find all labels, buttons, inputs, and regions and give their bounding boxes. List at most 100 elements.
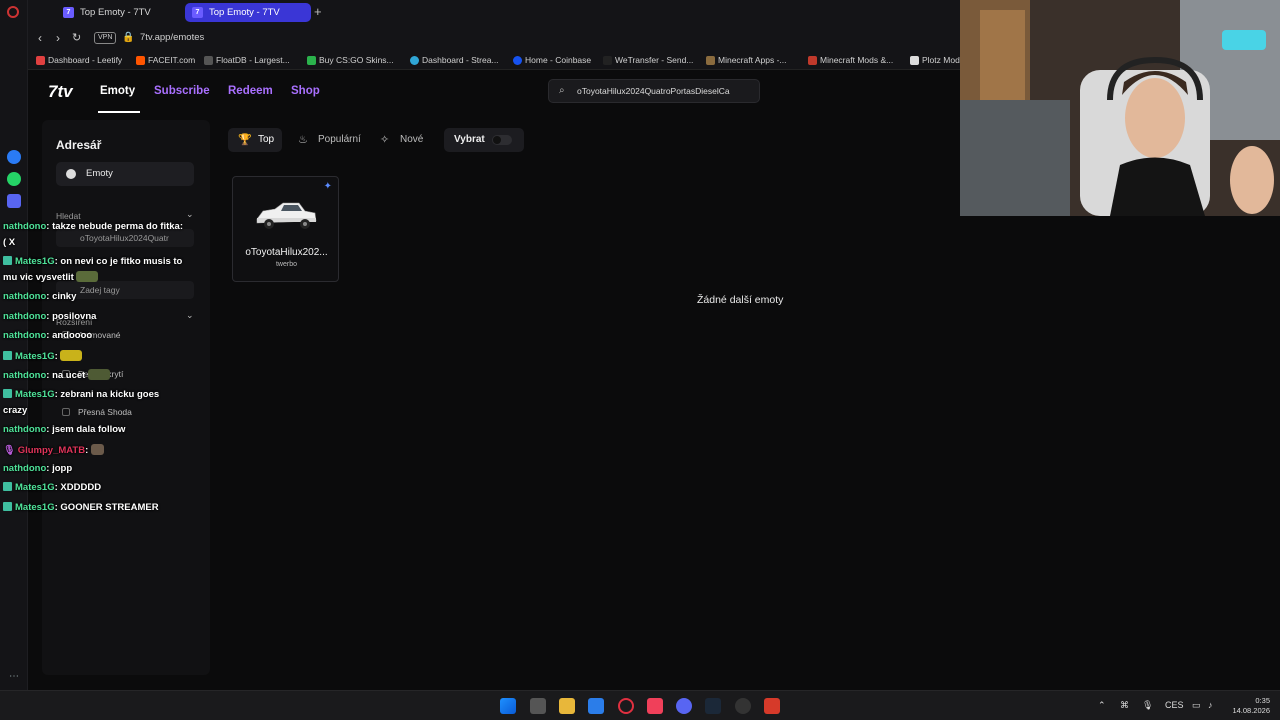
tab-top-emoty-2[interactable]: 7 Top Emoty - 7TV [185, 3, 311, 22]
windows-start-icon[interactable] [500, 698, 516, 714]
search-value: oToyotaHilux2024QuatroPortasDieselCa [577, 86, 730, 96]
bookmark-floatdb[interactable]: FloatDB - Largest... [204, 55, 290, 65]
whatsapp-icon[interactable] [7, 172, 21, 186]
tray-chevron-up-icon[interactable]: ⌃ [1098, 700, 1106, 711]
search-section-label: Hledat [56, 211, 81, 221]
floatdb-icon [204, 56, 213, 65]
filter-top[interactable]: 🏆 Top [228, 128, 282, 152]
top-nav: 7tv Emoty Subscribe Redeem Shop ⌕ oToyot… [28, 70, 960, 114]
bookmark-streamlabs[interactable]: Dashboard - Strea... [410, 55, 499, 65]
lock-icon[interactable]: 🔒 [122, 32, 134, 43]
nav-subscribe[interactable]: Subscribe [154, 85, 210, 97]
chat-text: : XDDDDD [54, 482, 102, 493]
vpn-badge[interactable]: VPN [94, 32, 117, 44]
bookmark-label: Home - Coinbase [525, 55, 592, 65]
messenger-icon[interactable] [7, 150, 21, 164]
chat-text: : cinky [46, 291, 77, 302]
chat-emote-image [76, 271, 99, 282]
flame-icon: ♨ [298, 134, 308, 146]
faceit-icon [136, 56, 145, 65]
nav-emoty[interactable]: Emoty [100, 85, 135, 97]
emote-search-input[interactable]: ⌕ oToyotaHilux2024QuatroPortasDieselCa [548, 79, 760, 103]
network-icon[interactable]: ⌘ [1120, 700, 1129, 711]
bookmark-minecraft-apps[interactable]: Minecraft Apps -... [706, 55, 787, 65]
display-icon[interactable]: ▭ [1192, 700, 1201, 711]
clock-date: 14.08.2026 [1232, 706, 1270, 715]
nav-active-underline [98, 111, 140, 113]
toggle-switch[interactable] [492, 135, 512, 145]
bookmark-wetransfer[interactable]: WeTransfer - Send... [603, 55, 693, 65]
reload-icon[interactable]: ↻ [72, 31, 81, 44]
bookmark-csgo-skins[interactable]: Buy CS:GO Skins... [307, 55, 394, 65]
task-view-icon[interactable] [530, 698, 546, 714]
itunes-icon[interactable] [647, 698, 663, 714]
toggle-knob [493, 136, 501, 144]
store-icon[interactable] [588, 698, 604, 714]
filter-popular[interactable]: ♨ Populární [288, 128, 366, 152]
shield-app-icon[interactable] [764, 698, 780, 714]
filter-new[interactable]: ✧ Nové [370, 128, 426, 152]
discord-icon[interactable] [7, 194, 21, 208]
filter-label: Top [258, 134, 275, 145]
filter-label: Populární [318, 134, 361, 145]
bookmark-label: WeTransfer - Send... [615, 55, 694, 65]
mic-tray-icon[interactable]: 🎙 [1142, 700, 1153, 711]
bookmark-faceit[interactable]: FACEIT.com [136, 55, 195, 65]
chat-text: : [54, 351, 58, 362]
tab-label: Top Emoty - 7TV [209, 7, 280, 18]
tags-input[interactable]: Zadej tagy [56, 281, 194, 299]
discord-taskbar-icon[interactable] [676, 698, 692, 714]
steam-icon[interactable] [705, 698, 721, 714]
emote-smiley-icon [66, 169, 76, 179]
faceit-taskbar-icon[interactable] [735, 698, 751, 714]
emote-card[interactable]: ✦ oToyotaHilux202... twerbo [232, 176, 339, 282]
forward-arrow-icon[interactable]: › [56, 31, 60, 45]
chevron-down-icon[interactable]: ⌄ [186, 310, 194, 321]
url-field[interactable]: 7tv.app/emotes [140, 32, 204, 43]
clock-time: 0:35 [1255, 696, 1270, 705]
chat-user: nathdono [3, 463, 47, 474]
bookmark-minecraft-mods[interactable]: Minecraft Mods &... [808, 55, 893, 65]
bookmark-coinbase[interactable]: Home - Coinbase [513, 55, 591, 65]
trophy-icon: 🏆 [238, 134, 252, 146]
chat-message: nathdono: jopp [3, 463, 72, 474]
chat-message: nathdono: jsem dala follow [3, 424, 125, 435]
file-explorer-icon[interactable] [559, 698, 575, 714]
7tv-logo[interactable]: 7tv [48, 82, 73, 102]
option-exact-match[interactable]: Přesná Shoda [62, 407, 132, 417]
directory-title: Adresář [56, 138, 102, 152]
chat-message: Mates1G: [3, 350, 83, 362]
directory-emoty-label: Emoty [86, 168, 113, 179]
sparkle-icon: ✦ [323, 181, 332, 192]
bookmark-plotz[interactable]: Plotz Mod [910, 55, 960, 65]
chevron-down-icon[interactable]: ⌄ [186, 209, 194, 220]
nav-shop[interactable]: Shop [291, 85, 320, 97]
more-icon[interactable]: ⋯ [7, 670, 21, 684]
chat-message: Mates1G: on nevi co je fitko musis to [3, 256, 182, 267]
filter-label: Nové [400, 134, 424, 145]
system-clock[interactable]: 0:35 14.08.2026 [1226, 696, 1270, 716]
back-arrow-icon[interactable]: ‹ [38, 31, 42, 45]
checkbox[interactable] [62, 408, 70, 416]
volume-icon[interactable]: ♪ [1208, 700, 1213, 710]
tags-placeholder: Zadej tagy [80, 285, 120, 295]
chat-text: ( X [3, 237, 16, 248]
directory-emoty-item[interactable]: Emoty [56, 162, 194, 186]
select-mode-toggle[interactable]: Vybrat [444, 128, 524, 152]
chat-user: Mates1G [15, 351, 55, 362]
mic-badge-icon: 🎙 [3, 445, 18, 456]
tab-top-emoty-1[interactable]: 7 Top Emoty - 7TV [56, 3, 182, 22]
chat-text: : posilovna [46, 311, 97, 322]
chat-emote-image [60, 350, 83, 361]
language-indicator[interactable]: CES [1165, 700, 1184, 710]
opera-gx-icon[interactable] [618, 698, 634, 714]
sidebar-search-value: oToyotaHilux2024Quatr [80, 233, 169, 243]
minecraft-icon [706, 56, 715, 65]
chat-message: ( X [3, 237, 15, 248]
nav-redeem[interactable]: Redeem [228, 85, 273, 97]
new-tab-plus-icon[interactable]: + [314, 4, 322, 19]
bookmark-leetify[interactable]: Dashboard - Leetify [36, 55, 122, 65]
chat-user: nathdono [3, 330, 47, 341]
chat-emote-image [87, 369, 110, 380]
opera-icon[interactable] [7, 6, 19, 18]
